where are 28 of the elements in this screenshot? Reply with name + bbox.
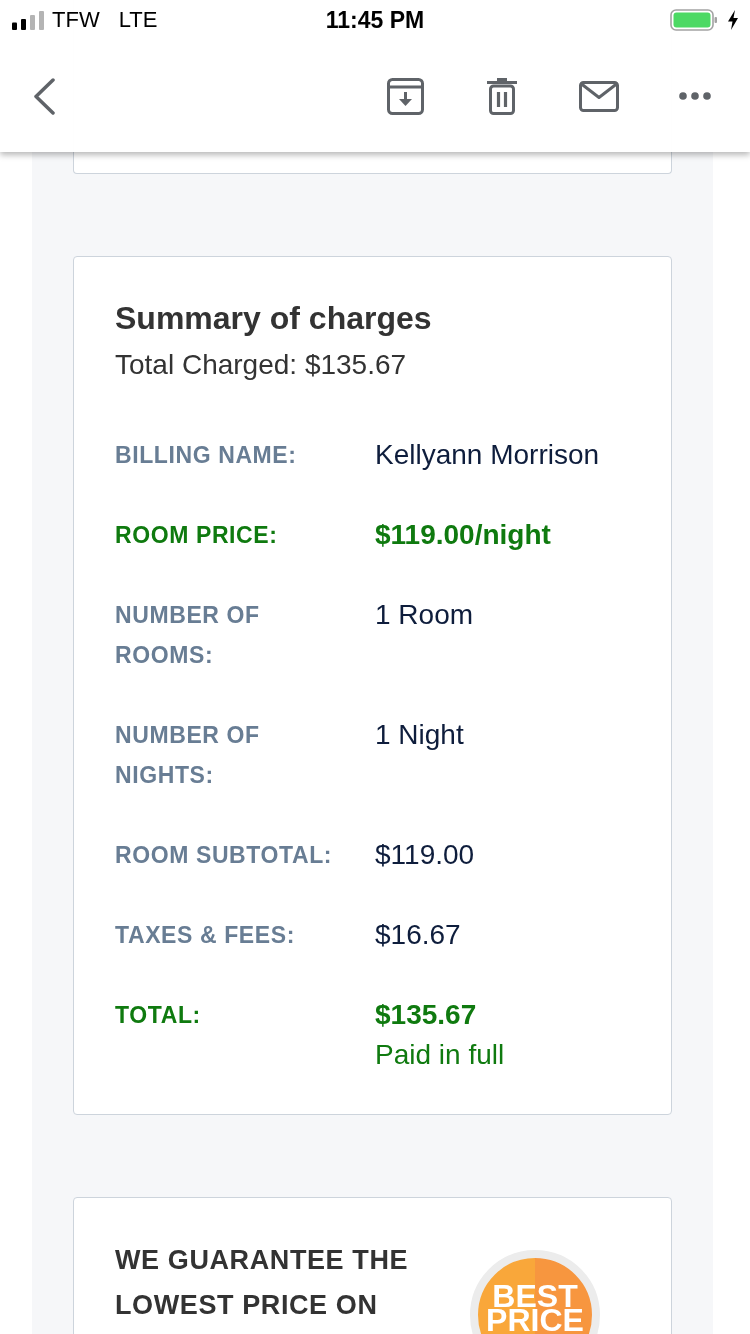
charge-value: Kellyann Morrison — [375, 438, 600, 472]
charge-label: TOTAL: — [115, 1001, 201, 1030]
envelope-icon[interactable] — [579, 80, 619, 112]
signal-bars-icon — [12, 10, 44, 30]
charge-value: $119.00 — [375, 838, 475, 872]
carrier-name: TFW — [52, 7, 100, 33]
back-icon[interactable] — [33, 77, 55, 115]
charge-label: BILLING NAME: — [115, 441, 297, 470]
clock-time: 11:45 PM — [325, 7, 425, 33]
payment-status-text: Paid in full — [375, 1038, 505, 1072]
charge-value: $119.00/night — [375, 518, 551, 552]
charge-label: NUMBER OF ROOMS: — [115, 601, 261, 670]
network-type: LTE — [118, 7, 158, 33]
more-icon[interactable] — [679, 92, 711, 100]
charge-label: ROOM PRICE: — [115, 521, 278, 550]
total-charged-text: Total Charged: $135.67 — [115, 348, 407, 382]
badge-text: BEST PRICE — [485, 1284, 585, 1332]
battery-icon — [670, 9, 718, 31]
charge-value: $16.67 — [375, 918, 461, 952]
trash-icon[interactable] — [487, 77, 517, 115]
guarantee-heading: WE GUARANTEE THE LOWEST PRICE ON — [115, 1244, 410, 1322]
charge-value: 1 Room — [375, 598, 474, 632]
charge-label: TAXES & FEES: — [115, 921, 295, 950]
charge-label: ROOM SUBTOTAL: — [115, 841, 333, 870]
charge-label: NUMBER OF NIGHTS: — [115, 721, 261, 790]
charge-value: $135.67 — [375, 998, 477, 1032]
section-title: Summary of charges — [115, 299, 432, 338]
charge-value: 1 Night — [375, 718, 464, 752]
